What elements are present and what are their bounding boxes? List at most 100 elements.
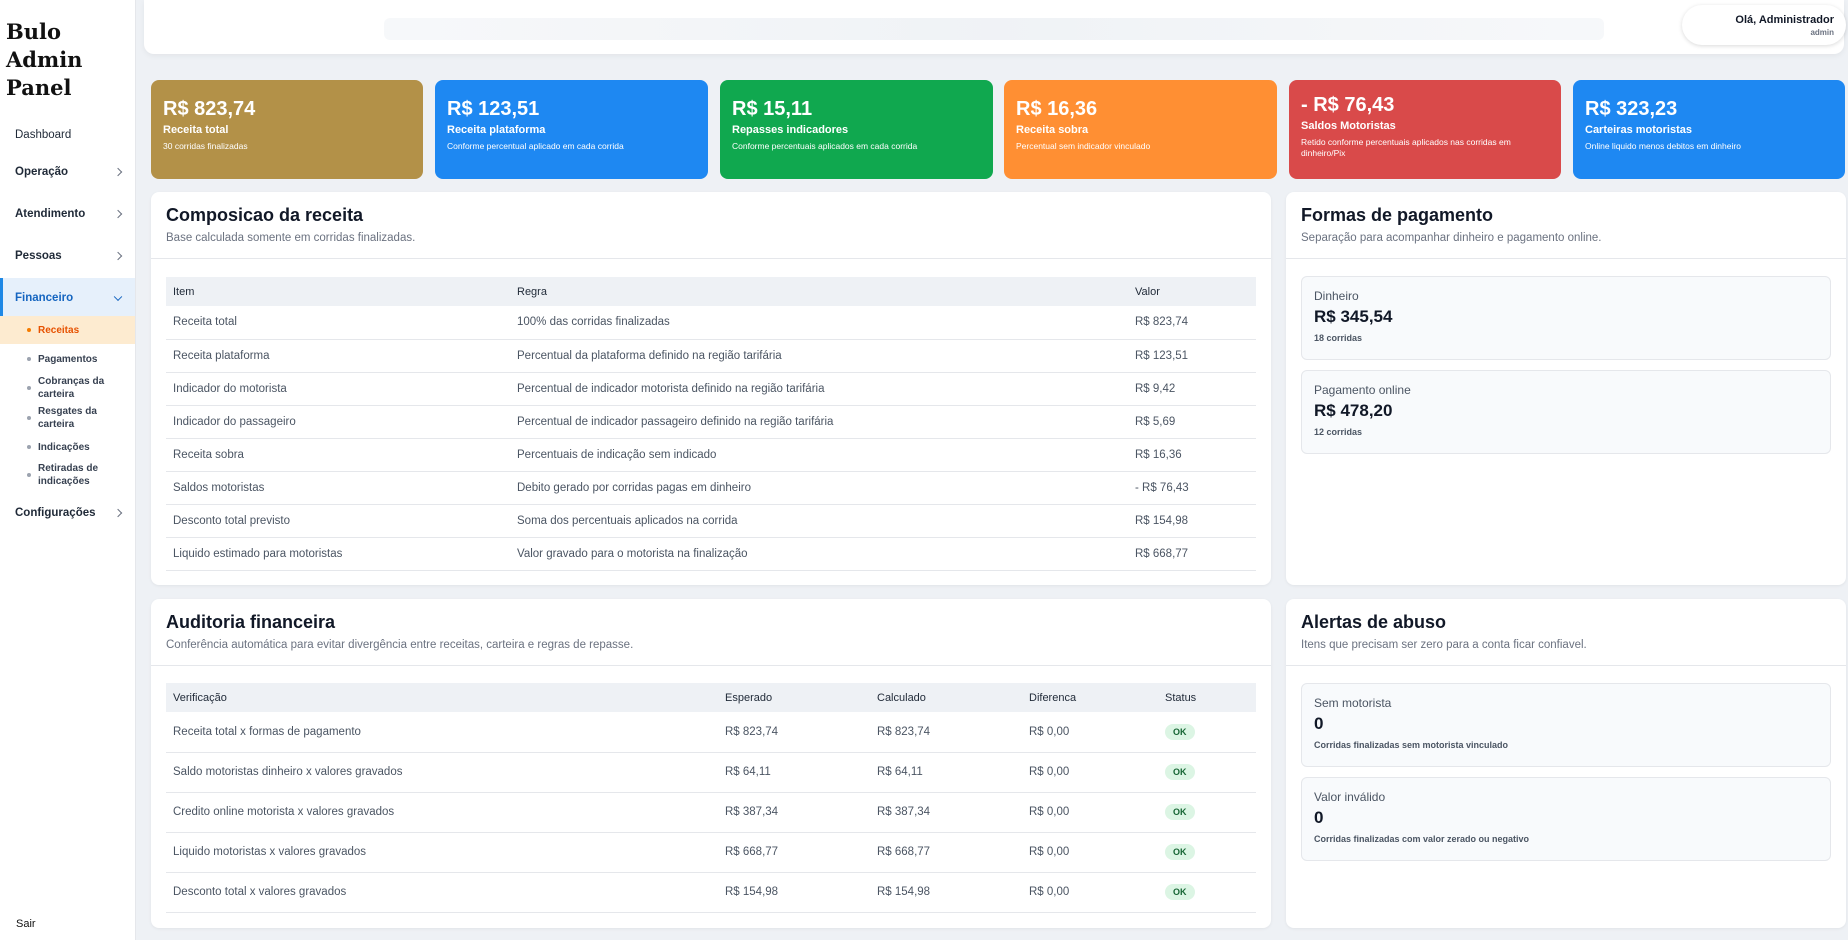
nav-pessoas[interactable]: Pessoas [0, 236, 135, 276]
column-header: Item [166, 277, 510, 306]
table-cell: Credito online motorista x valores grava… [166, 792, 718, 833]
subnav-retiradas-indicacoes[interactable]: Retiradas de indicações [0, 461, 135, 488]
subnav-cobrancas-carteira[interactable]: Cobranças da carteira [0, 374, 135, 401]
table-cell: Percentual de indicador passageiro defin… [510, 405, 1128, 439]
table-cell: Indicador do motorista [166, 372, 510, 406]
table-cell: Percentual de indicador motorista defini… [510, 372, 1128, 406]
table-cell: Indicador do passageiro [166, 405, 510, 439]
column-header: Calculado [870, 683, 1022, 712]
header-placeholder [384, 18, 1604, 40]
kpi-receita-sobra: R$ 16,36 Receita sobra Percentual sem in… [1004, 80, 1277, 179]
nav-label: Financeiro [15, 292, 74, 304]
brand-line: Bulo [6, 19, 62, 44]
nav-label: Atendimento [15, 208, 86, 220]
logout-link[interactable]: Sair [16, 918, 36, 930]
bullet-icon [27, 385, 31, 390]
nav-dashboard[interactable]: Dashboard [0, 115, 135, 155]
kpi-desc: Conforme percentual aplicado em cada cor… [447, 141, 624, 151]
card-value: R$ 345,54 [1314, 307, 1393, 326]
table-cell: OK [1158, 832, 1256, 873]
top-bar [136, 0, 1848, 56]
table-cell: R$ 0,00 [1022, 832, 1158, 873]
divider [151, 665, 1271, 666]
table-cell: 100% das corridas finalizadas [510, 306, 1128, 340]
kpi-value: R$ 323,23 [1585, 98, 1678, 120]
nav-configuracoes[interactable]: Configurações [0, 493, 135, 533]
table-cell: Percentual da plataforma definido na reg… [510, 339, 1128, 373]
panel-auditoria-financeira: Auditoria financeira Conferência automát… [151, 599, 1271, 928]
panel-subtitle: Separação para acompanhar dinheiro e pag… [1301, 232, 1602, 244]
table-header-row: Verificação Esperado Calculado Diferenca… [166, 683, 1256, 712]
table-cell: Soma dos percentuais aplicados na corrid… [510, 504, 1128, 538]
kpi-label: Receita total [163, 124, 229, 136]
header-panel [144, 0, 1844, 54]
nav-operacao[interactable]: Operação [0, 152, 135, 192]
nav-financeiro[interactable]: Financeiro [0, 278, 135, 318]
subnav-resgates-carteira[interactable]: Resgates da carteira [0, 404, 135, 431]
alert-card-sem-motorista: Sem motorista 0 Corridas finalizadas sem… [1301, 683, 1831, 767]
kpi-desc: 30 corridas finalizadas [163, 141, 248, 151]
table-cell: - R$ 76,43 [1128, 471, 1256, 505]
card-value: 0 [1314, 714, 1324, 733]
table-cell: R$ 387,34 [718, 792, 870, 833]
table-row: Indicador do motorista Percentual de indi… [166, 372, 1256, 406]
table-row: Saldo motoristas dinheiro x valores grav… [166, 752, 1256, 793]
column-header: Diferenca [1022, 683, 1158, 712]
card-value: R$ 478,20 [1314, 401, 1393, 420]
table-cell: Receita sobra [166, 438, 510, 472]
table-cell: Valor gravado para o motorista na finali… [510, 537, 1128, 571]
table-cell: R$ 668,77 [870, 832, 1022, 873]
card-label: Pagamento online [1314, 383, 1411, 397]
bullet-icon [27, 357, 31, 361]
kpi-receita-plataforma: R$ 123,51 Receita plataforma Conforme pe… [435, 80, 708, 179]
table-cell: Saldo motoristas dinheiro x valores grav… [166, 752, 718, 793]
kpi-desc: Retido conforme percentuais aplicados na… [1301, 137, 1511, 158]
nav-label: Dashboard [15, 129, 72, 141]
table-cell: R$ 668,77 [718, 832, 870, 873]
chevron-down-icon [113, 292, 123, 302]
kpi-value: R$ 15,11 [732, 98, 813, 120]
card-note: 18 corridas [1314, 333, 1363, 343]
table-row: Liquido estimado para motoristas Valor gr… [166, 537, 1256, 571]
payment-card-dinheiro: Dinheiro R$ 345,54 18 corridas [1301, 276, 1831, 360]
table-row: Indicador do passageiro Percentual de ind… [166, 405, 1256, 439]
subnav-indicacoes[interactable]: Indicações [0, 439, 135, 455]
table-cell: R$ 154,98 [870, 872, 1022, 913]
table-row: Desconto total previsto Soma dos percentu… [166, 504, 1256, 538]
subnav-receitas[interactable]: Receitas [0, 316, 135, 344]
table-cell: R$ 0,00 [1022, 792, 1158, 833]
column-header: Esperado [718, 683, 870, 712]
table-cell: R$ 823,74 [870, 712, 1022, 753]
table-row: Receita plataforma Percentual da platafor… [166, 339, 1256, 373]
panel-title: Composicao da receita [166, 205, 364, 225]
kpi-receita-total: R$ 823,74 Receita total 30 corridas fina… [151, 80, 423, 179]
kpi-value: R$ 823,74 [163, 98, 256, 120]
chevron-right-icon [113, 167, 123, 177]
column-header: Verificação [166, 683, 718, 712]
kpi-value: - R$ 76,43 [1301, 94, 1395, 116]
nav-atendimento[interactable]: Atendimento [0, 194, 135, 234]
table-cell: Receita plataforma [166, 339, 510, 373]
table-cell: Percentuais de indicação sem indicado [510, 438, 1128, 472]
nav-label: Configurações [15, 507, 96, 519]
table-cell: R$ 823,74 [718, 712, 870, 753]
table-header-row: Item Regra Valor [166, 277, 1256, 306]
table-cell: Desconto total previsto [166, 504, 510, 538]
table-row: Receita total x formas de pagamento R$ 82… [166, 712, 1256, 753]
panel-title: Formas de pagamento [1301, 205, 1494, 225]
status-badge: OK [1165, 884, 1195, 900]
table-cell: Desconto total x valores gravados [166, 872, 718, 913]
subnav-pagamentos[interactable]: Pagamentos [0, 351, 135, 367]
user-menu[interactable]: Olá, Administrador admin [1682, 5, 1846, 45]
bullet-icon [27, 445, 31, 449]
table-cell: Debito gerado por corridas pagas em dinh… [510, 471, 1128, 505]
panel-subtitle: Base calculada somente em corridas final… [166, 232, 416, 244]
column-header: Status [1158, 683, 1256, 712]
brand-line: Panel [6, 75, 72, 100]
kpi-label: Saldos Motoristas [1301, 120, 1396, 132]
kpi-label: Repasses indicadores [732, 124, 849, 136]
table-row: Receita sobra Percentuais de indicação se… [166, 438, 1256, 472]
table-cell: Receita total x formas de pagamento [166, 712, 718, 753]
table-cell: R$ 154,98 [718, 872, 870, 913]
brand-logo: Bulo Admin Panel [6, 18, 82, 102]
